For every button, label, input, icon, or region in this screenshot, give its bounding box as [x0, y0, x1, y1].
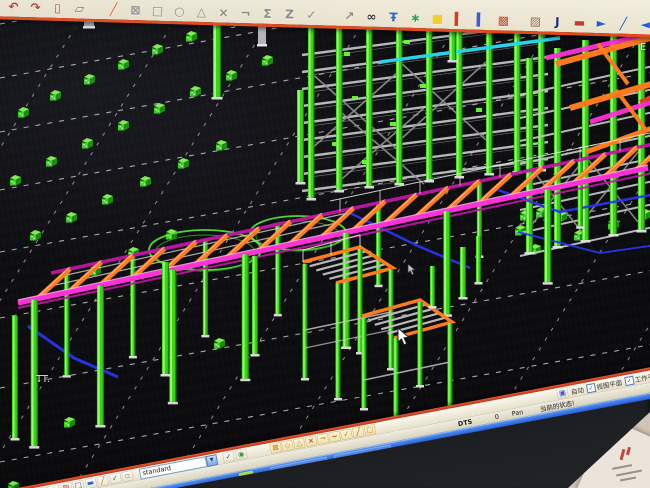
snap-line-icon[interactable]: ╱	[352, 426, 365, 438]
clash-blue-icon[interactable]: ▍	[473, 11, 490, 28]
monitor-photo: 375ETT. ↶↷▯▱╱⊠□○△×¬ΣZ✓↗∞Ŧ∗■▍▍▩▨J▬►╱◄»▐ ▦…	[0, 0, 650, 488]
yellow-panel-icon[interactable]: ■	[429, 9, 446, 26]
weld-j-icon[interactable]: J	[549, 13, 566, 30]
modify-view-icon[interactable]: ◉	[235, 448, 248, 460]
zed-tool-icon[interactable]: Z	[281, 5, 298, 22]
sketch-pencil-icon[interactable]: ╱	[105, 0, 122, 17]
status-count: 0	[494, 413, 500, 422]
weld-arrow-icon[interactable]: ◄	[637, 15, 650, 32]
box-icon[interactable]: □	[72, 480, 85, 488]
slash-icon[interactable]: ╱	[96, 475, 109, 487]
apply-view-icon[interactable]: ✓	[222, 451, 235, 463]
plate-circle-icon[interactable]: ○	[171, 2, 188, 19]
crane-icon[interactable]: Ŧ	[385, 8, 402, 25]
svg-text:TT.: TT.	[35, 374, 50, 385]
recycle-icon[interactable]: ∗	[407, 9, 424, 26]
bar-icon[interactable]: ▬	[84, 477, 97, 488]
plate-crossed-icon[interactable]: ⊠	[127, 1, 144, 18]
paste-red-icon[interactable]: ▱	[71, 0, 88, 17]
check-tool-icon[interactable]: ✓	[303, 6, 320, 23]
sum-tool-icon[interactable]: Σ	[259, 5, 276, 22]
hatch-icon[interactable]: ▨	[60, 482, 73, 488]
arrow-tool-icon[interactable]: ↗	[341, 7, 358, 24]
dot-icon[interactable]: ▫	[121, 470, 134, 482]
snap-triangle-icon[interactable]: △	[293, 437, 306, 449]
plate-rect-icon[interactable]: □	[149, 2, 166, 19]
phase-icon[interactable]: ▩	[495, 11, 512, 28]
snap-diamond-icon[interactable]: ◇	[281, 440, 294, 452]
snap-check-icon[interactable]: ✓	[340, 428, 353, 440]
corner-tool-icon[interactable]: ¬	[237, 4, 254, 21]
redo-icon[interactable]: ↷	[27, 0, 44, 16]
snap-box-icon[interactable]: □	[364, 424, 377, 436]
cross-tool-icon[interactable]: ×	[215, 3, 232, 20]
undo-icon[interactable]: ↶	[5, 0, 22, 15]
clash-red-icon[interactable]: ▍	[451, 10, 468, 27]
weld-bar-icon[interactable]: ▬	[571, 13, 588, 30]
combo-dropdown-icon[interactable]: ▼	[205, 454, 218, 467]
toolbar-fragment-row	[568, 0, 650, 1]
ok-icon[interactable]: ✓	[109, 473, 122, 485]
diamond-icon[interactable]: ◇	[47, 484, 60, 488]
snap-corner-icon[interactable]: ¬	[317, 433, 330, 445]
grid-tool-icon[interactable]: ▨	[527, 12, 544, 29]
copy-red-icon[interactable]: ▯	[49, 0, 66, 16]
weld-flag-icon[interactable]: ►	[593, 14, 610, 31]
binoculars-icon[interactable]: ∞	[363, 7, 380, 24]
weld-slash-icon[interactable]: ╱	[615, 15, 632, 32]
plane-checkbox: ✓	[624, 375, 635, 386]
svg-text:E: E	[640, 42, 646, 53]
snap-points-icon[interactable]: ⊠	[269, 442, 282, 454]
plate-triangle-icon[interactable]: △	[193, 3, 210, 20]
plane-checkbox: ✓	[586, 382, 597, 393]
snap-cross-icon[interactable]: ×	[305, 435, 318, 447]
snap-arc-icon[interactable]: ~	[328, 431, 341, 443]
